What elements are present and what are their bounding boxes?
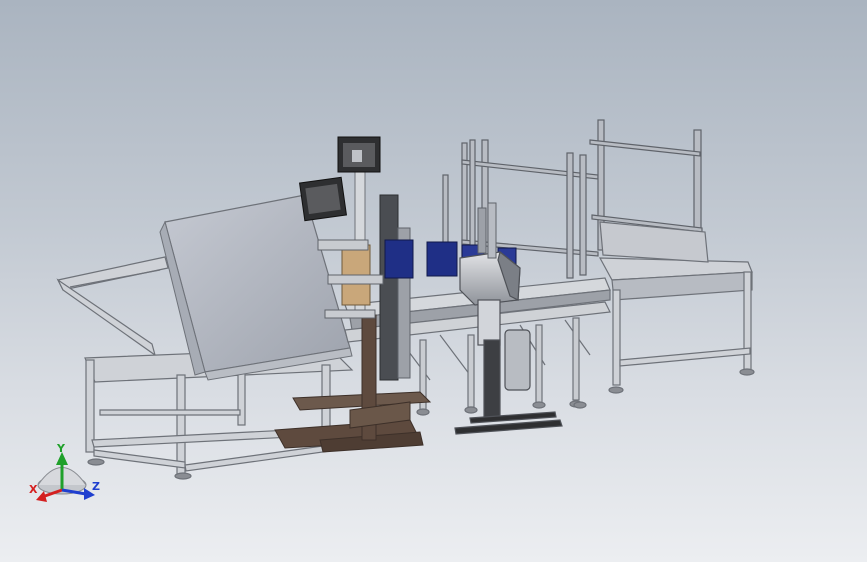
monitor-lower	[298, 176, 348, 222]
y-axis-label: Y	[56, 442, 66, 455]
monitor-upper	[337, 136, 381, 173]
assembly-model[interactable]: Y X Z	[0, 0, 867, 562]
inclined-glass-panel	[159, 194, 353, 381]
cad-viewport[interactable]: Y X Z	[0, 0, 867, 562]
z-axis-label: Z	[92, 480, 100, 493]
x-axis-label: X	[29, 483, 38, 496]
